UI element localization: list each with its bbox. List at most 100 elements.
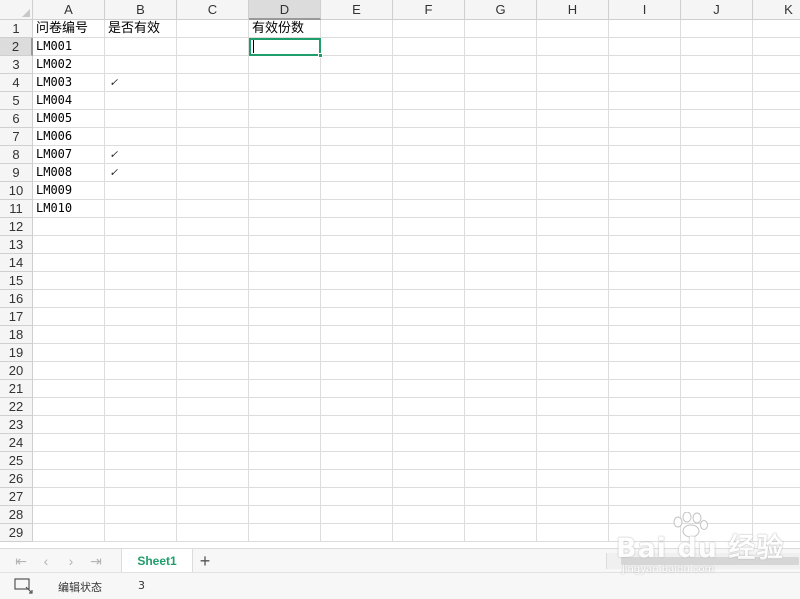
cell-g13[interactable] — [465, 236, 537, 254]
cell-j1[interactable] — [681, 20, 753, 38]
cell-i3[interactable] — [609, 56, 681, 74]
cell-d4[interactable] — [249, 74, 321, 92]
cell-a20[interactable] — [33, 362, 105, 380]
next-sheet-icon[interactable]: › — [62, 553, 80, 569]
cell-a11[interactable]: LM010 — [33, 200, 105, 218]
cell-c24[interactable] — [177, 434, 249, 452]
row-header-12[interactable]: 12 — [0, 218, 33, 236]
cell-k16[interactable] — [753, 290, 800, 308]
row-header-26[interactable]: 26 — [0, 470, 33, 488]
cell-g24[interactable] — [465, 434, 537, 452]
cell-e9[interactable] — [321, 164, 393, 182]
cell-c7[interactable] — [177, 128, 249, 146]
cell-g26[interactable] — [465, 470, 537, 488]
row-header-16[interactable]: 16 — [0, 290, 33, 308]
cell-k18[interactable] — [753, 326, 800, 344]
cell-f2[interactable] — [393, 38, 465, 56]
cell-h24[interactable] — [537, 434, 609, 452]
cell-h22[interactable] — [537, 398, 609, 416]
cell-b13[interactable] — [105, 236, 177, 254]
cell-f5[interactable] — [393, 92, 465, 110]
cell-g27[interactable] — [465, 488, 537, 506]
cell-h23[interactable] — [537, 416, 609, 434]
cell-e21[interactable] — [321, 380, 393, 398]
cell-b29[interactable] — [105, 524, 177, 542]
cell-k13[interactable] — [753, 236, 800, 254]
cell-d1[interactable]: 有效份数 — [249, 20, 321, 38]
cell-e1[interactable] — [321, 20, 393, 38]
cell-f29[interactable] — [393, 524, 465, 542]
cell-j5[interactable] — [681, 92, 753, 110]
cell-b2[interactable] — [105, 38, 177, 56]
cell-a1[interactable]: 问卷编号 — [33, 20, 105, 38]
cell-c28[interactable] — [177, 506, 249, 524]
cell-k23[interactable] — [753, 416, 800, 434]
cell-g16[interactable] — [465, 290, 537, 308]
cell-i26[interactable] — [609, 470, 681, 488]
cell-h1[interactable] — [537, 20, 609, 38]
cell-f6[interactable] — [393, 110, 465, 128]
cell-f7[interactable] — [393, 128, 465, 146]
row-header-29[interactable]: 29 — [0, 524, 33, 542]
cell-f26[interactable] — [393, 470, 465, 488]
cell-j4[interactable] — [681, 74, 753, 92]
cell-i22[interactable] — [609, 398, 681, 416]
cell-k11[interactable] — [753, 200, 800, 218]
cell-b19[interactable] — [105, 344, 177, 362]
cell-a2[interactable]: LM001 — [33, 38, 105, 56]
row-header-1[interactable]: 1 — [0, 20, 33, 38]
cell-f18[interactable] — [393, 326, 465, 344]
cell-d27[interactable] — [249, 488, 321, 506]
cell-b10[interactable] — [105, 182, 177, 200]
cell-h19[interactable] — [537, 344, 609, 362]
cell-k20[interactable] — [753, 362, 800, 380]
row-header-10[interactable]: 10 — [0, 182, 33, 200]
row-header-24[interactable]: 24 — [0, 434, 33, 452]
cell-b20[interactable] — [105, 362, 177, 380]
cell-d17[interactable] — [249, 308, 321, 326]
cell-j18[interactable] — [681, 326, 753, 344]
cell-h10[interactable] — [537, 182, 609, 200]
cell-g25[interactable] — [465, 452, 537, 470]
cell-a27[interactable] — [33, 488, 105, 506]
cell-j3[interactable] — [681, 56, 753, 74]
column-header-h[interactable]: H — [537, 0, 609, 20]
cell-i20[interactable] — [609, 362, 681, 380]
cell-a10[interactable]: LM009 — [33, 182, 105, 200]
cell-d25[interactable] — [249, 452, 321, 470]
cell-h25[interactable] — [537, 452, 609, 470]
column-header-j[interactable]: J — [681, 0, 753, 20]
cell-d19[interactable] — [249, 344, 321, 362]
cell-c25[interactable] — [177, 452, 249, 470]
cell-j29[interactable] — [681, 524, 753, 542]
cell-g3[interactable] — [465, 56, 537, 74]
cell-b25[interactable] — [105, 452, 177, 470]
cell-h16[interactable] — [537, 290, 609, 308]
cell-e17[interactable] — [321, 308, 393, 326]
cell-g7[interactable] — [465, 128, 537, 146]
cell-g15[interactable] — [465, 272, 537, 290]
cell-j6[interactable] — [681, 110, 753, 128]
cell-k10[interactable] — [753, 182, 800, 200]
cell-b14[interactable] — [105, 254, 177, 272]
cell-g6[interactable] — [465, 110, 537, 128]
cell-g23[interactable] — [465, 416, 537, 434]
row-header-8[interactable]: 8 — [0, 146, 33, 164]
row-header-2[interactable]: 2 — [0, 38, 33, 56]
cell-k6[interactable] — [753, 110, 800, 128]
cell-i9[interactable] — [609, 164, 681, 182]
cell-d2[interactable] — [249, 38, 323, 58]
cell-b23[interactable] — [105, 416, 177, 434]
cell-e6[interactable] — [321, 110, 393, 128]
cell-k3[interactable] — [753, 56, 800, 74]
column-header-f[interactable]: F — [393, 0, 465, 20]
cell-a18[interactable] — [33, 326, 105, 344]
cell-a28[interactable] — [33, 506, 105, 524]
cell-f22[interactable] — [393, 398, 465, 416]
cell-g14[interactable] — [465, 254, 537, 272]
cell-i25[interactable] — [609, 452, 681, 470]
cell-j8[interactable] — [681, 146, 753, 164]
cell-c2[interactable] — [177, 38, 249, 56]
cell-g17[interactable] — [465, 308, 537, 326]
cell-d5[interactable] — [249, 92, 321, 110]
